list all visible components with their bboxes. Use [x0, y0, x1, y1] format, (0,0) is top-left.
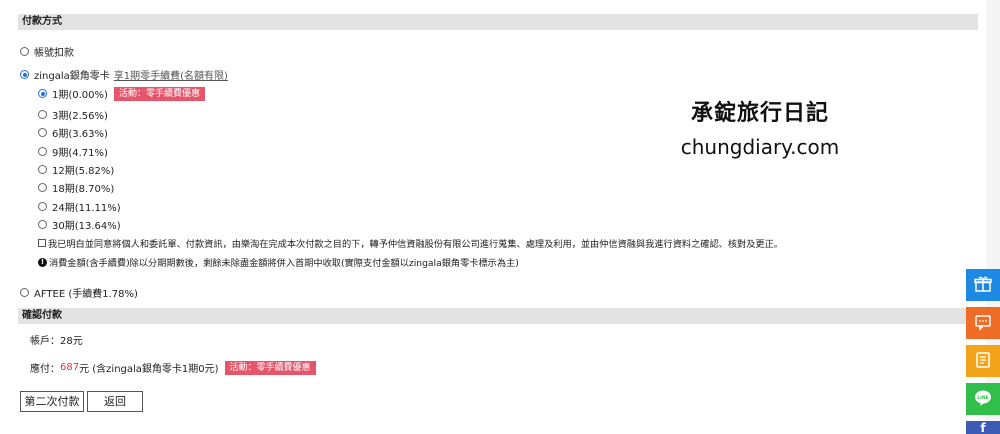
book-icon: [974, 351, 992, 372]
installment-radio[interactable]: [38, 128, 47, 137]
zingala-option[interactable]: zingala銀角零卡 享1期零手續費(名額有限): [20, 67, 228, 82]
installment-option[interactable]: 30期(13.64%): [38, 217, 121, 232]
gift-button[interactable]: [966, 269, 1000, 301]
info-icon: !: [38, 257, 47, 267]
consent-checkbox[interactable]: [38, 239, 46, 247]
installment-label: 12期(5.82%): [52, 166, 115, 177]
gift-icon: [974, 275, 992, 296]
installment-option[interactable]: 1期(0.00%) 活動：零手續費優惠: [38, 86, 205, 101]
facebook-icon: f: [980, 421, 986, 434]
installment-label: 18期(8.70%): [52, 184, 115, 195]
payable-prefix: 應付：: [30, 364, 60, 375]
facebook-button[interactable]: f: [966, 421, 1000, 434]
installment-option[interactable]: 12期(5.82%): [38, 162, 114, 177]
aftee-option[interactable]: AFTEE (手續費1.78%): [20, 285, 138, 300]
watermark: 承錠旅行日記 chungdiary.com: [640, 95, 880, 159]
consent-row: 我已明白並同意將個人和委託單、付款資訊，由樂淘在完成本次付款之目的下，轉予仲信資…: [38, 236, 783, 250]
account-balance-text: 帳戶：28元: [30, 336, 83, 347]
installment-radio[interactable]: [38, 110, 47, 119]
consent-text: 我已明白並同意將個人和委託單、付款資訊，由樂淘在完成本次付款之目的下，轉予仲信資…: [48, 239, 783, 250]
line-icon: LINE: [973, 388, 993, 411]
installment-radio[interactable]: [38, 89, 47, 98]
installment-option[interactable]: 3期(2.56%): [38, 107, 108, 122]
installment-radio[interactable]: [38, 202, 47, 211]
zingala-promo-link[interactable]: 享1期零手續費(名額有限): [114, 67, 228, 82]
second-payment-button[interactable]: 第二次付款: [20, 391, 84, 412]
installment-option[interactable]: 9期(4.71%): [38, 144, 108, 159]
book-button[interactable]: [966, 345, 1000, 377]
chat-button[interactable]: [966, 307, 1000, 339]
installment-label: 30期(13.64%): [52, 221, 121, 232]
zingala-label: zingala銀角零卡: [34, 71, 110, 82]
installment-label: 6期(3.63%): [52, 129, 108, 140]
installment-note-text: 消費金額(含手續費)除以分期期數後，剩餘未除盡金額將併入首期中收取(實際支付金額…: [49, 258, 519, 269]
account-deduct-label: 帳號扣款: [34, 48, 74, 59]
aftee-radio[interactable]: [20, 288, 29, 297]
chat-icon: [974, 313, 992, 334]
installment-option[interactable]: 18期(8.70%): [38, 180, 114, 195]
account-deduct-radio[interactable]: [20, 47, 29, 56]
installment-label: 24期(11.11%): [52, 203, 121, 214]
aftee-label: AFTEE (手續費1.78%): [34, 289, 138, 300]
promo-badge: 活動：零手續費優惠: [113, 86, 205, 101]
payable-amount: 687: [60, 362, 80, 373]
payable-suffix: 元 (含zingala銀角零卡1期0元): [79, 364, 219, 375]
promo-badge: 活動：零手續費優惠: [224, 360, 316, 375]
confirm-payment-header: 確認付款: [18, 308, 978, 324]
payable-row: 應付： 687 元 (含zingala銀角零卡1期0元) 活動：零手續費優惠: [30, 360, 316, 375]
back-button[interactable]: 返回: [87, 391, 143, 412]
installment-note: ! 消費金額(含手續費)除以分期期數後，剩餘未除盡金額將併入首期中收取(實際支付…: [38, 255, 519, 269]
watermark-title: 承錠旅行日記: [690, 101, 829, 126]
installment-label: 9期(4.71%): [52, 148, 108, 159]
installment-label: 3期(2.56%): [52, 111, 108, 122]
installment-option[interactable]: 6期(3.63%): [38, 125, 108, 140]
installment-radio[interactable]: [38, 220, 47, 229]
account-balance: 帳戶：28元: [30, 332, 83, 347]
installment-radio[interactable]: [38, 165, 47, 174]
installment-radio[interactable]: [38, 147, 47, 156]
installment-label: 1期(0.00%): [52, 90, 108, 101]
svg-text:LINE: LINE: [977, 395, 988, 401]
line-button[interactable]: LINE: [966, 383, 1000, 415]
zingala-radio[interactable]: [20, 70, 29, 79]
installment-option[interactable]: 24期(11.11%): [38, 199, 121, 214]
installment-radio[interactable]: [38, 183, 47, 192]
watermark-url: chungdiary.com: [680, 135, 840, 159]
account-deduct-option[interactable]: 帳號扣款: [20, 44, 74, 59]
payment-method-header: 付款方式: [18, 14, 978, 30]
